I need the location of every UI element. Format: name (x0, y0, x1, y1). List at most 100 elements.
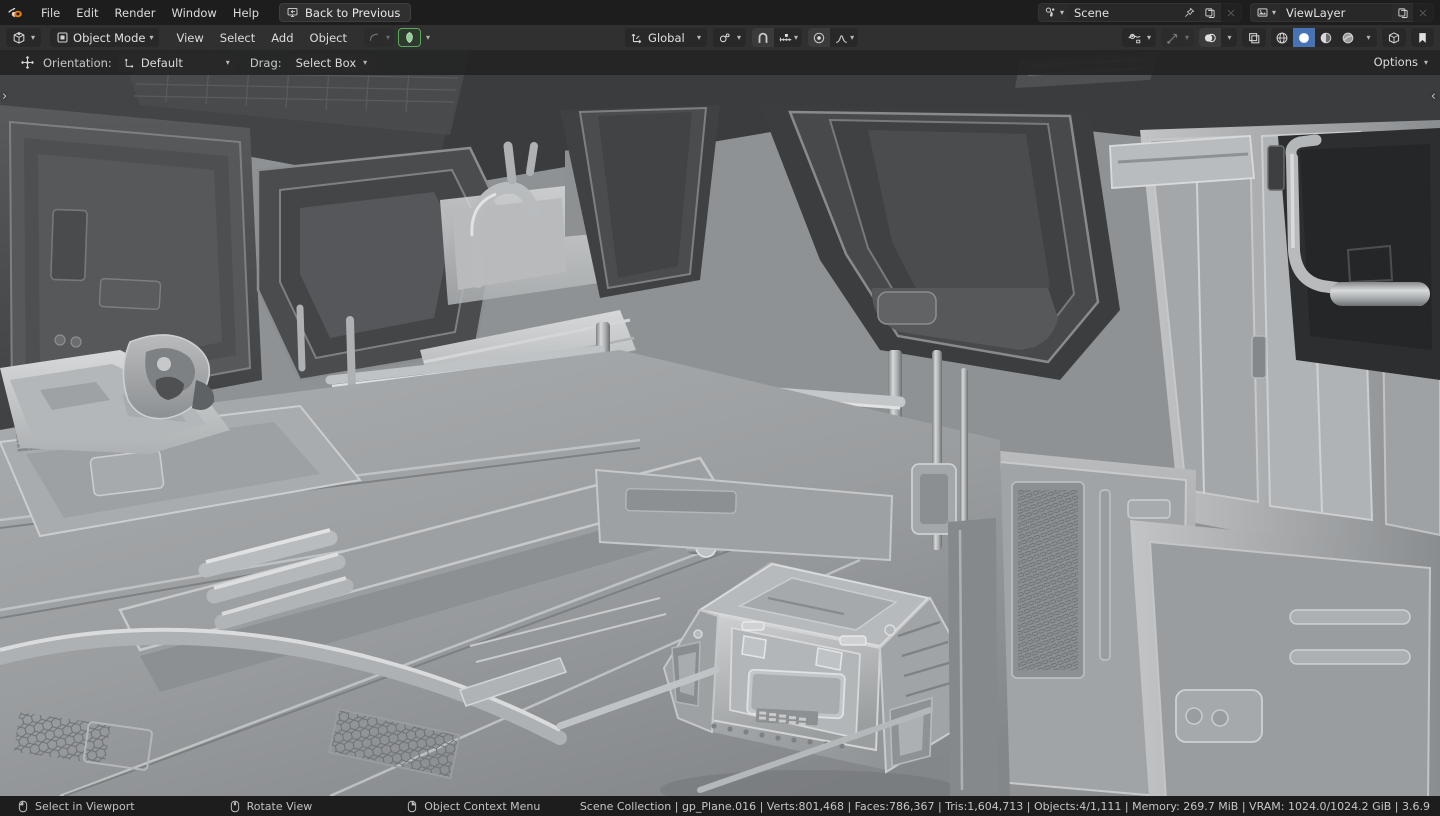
viewport-gizmo-box-button[interactable] (1382, 28, 1406, 47)
viewport-gizmo-box-icon (1387, 31, 1401, 45)
snapping-group: ▾ (752, 28, 803, 47)
chevron-down-icon: ▾ (697, 33, 702, 42)
mouse-right-button-icon (407, 800, 417, 813)
chevron-down-icon: ▾ (225, 58, 230, 67)
snap-magnet-icon (756, 31, 770, 45)
toggle-xray-button[interactable] (1242, 28, 1266, 47)
proportional-falloff-selector[interactable]: ▾ (830, 28, 859, 47)
options-button[interactable]: Options ▾ (1368, 53, 1434, 71)
3d-viewport[interactable]: › ‹ (0, 50, 1440, 796)
scene-datablock: ▾ Scene (1037, 3, 1242, 22)
curve-edit-mode-selector[interactable]: ▾ (364, 28, 395, 47)
shading-popover[interactable]: ▾ (1359, 28, 1377, 47)
blender-logo-icon[interactable] (8, 5, 23, 20)
view-layer-browse-button[interactable]: ▾ (1249, 3, 1280, 22)
shading-material-preview-button[interactable] (1315, 28, 1337, 47)
tool-settings-bar: Orientation: Default ▾ Drag: Select Box … (0, 50, 1440, 75)
back-to-previous-button[interactable]: Back to Previous (279, 3, 412, 22)
drag-label: Drag: (249, 55, 282, 70)
top-bar: File Edit Render Window Help Back to Pre… (0, 0, 1440, 25)
chevron-down-icon: ▾ (386, 33, 391, 42)
menu-file[interactable]: File (33, 3, 68, 23)
proportional-edit-toggle[interactable] (808, 28, 831, 47)
options-label: Options (1373, 55, 1418, 69)
scene-pin-button[interactable] (1179, 3, 1200, 22)
object-mode-icon (56, 31, 69, 44)
toggle-xray-icon (1247, 31, 1261, 45)
drag-dropdown[interactable]: Select Box ▾ (287, 53, 376, 72)
menu-help[interactable]: Help (225, 3, 267, 23)
interaction-mode-selector[interactable]: Object Mode ▾ (50, 28, 160, 47)
menu-edit[interactable]: Edit (68, 3, 106, 23)
status-hint-rotate-label: Rotate View (246, 799, 313, 813)
gizmo-selector[interactable]: ▾ (1160, 28, 1194, 47)
orientation-label: Orientation: (43, 55, 112, 70)
close-x-icon (1418, 8, 1428, 18)
snap-increment-icon (778, 31, 793, 45)
viewport-header-right: ▾ ▾ ▾ ▾ (1121, 28, 1434, 47)
proportional-editing-group: ▾ (808, 28, 859, 47)
close-x-icon (1226, 8, 1236, 18)
scene-browse-button[interactable]: ▾ (1037, 3, 1068, 22)
view-layer-new-button[interactable] (1392, 3, 1413, 22)
orientation-global-icon (631, 31, 644, 44)
bookmark-button[interactable] (1411, 28, 1434, 47)
drag-value: Select Box (295, 55, 357, 70)
pin-icon (1184, 7, 1195, 18)
pivot-point-selector[interactable]: ▾ (713, 28, 747, 47)
chevron-down-icon: ▾ (1271, 8, 1276, 17)
shading-solid-button[interactable] (1293, 28, 1315, 47)
viewport-menu-view[interactable]: View (168, 28, 211, 48)
chevron-down-icon: ▾ (1146, 33, 1151, 42)
chevron-down-icon: ▾ (1423, 57, 1428, 67)
overlays-popover[interactable]: ▾ (1221, 28, 1237, 47)
pivot-point-icon (718, 31, 732, 45)
chevron-down-icon: ▾ (1227, 33, 1232, 42)
status-hint-rotate: Rotate View (230, 799, 313, 813)
toolbar-expand-arrow[interactable]: › (2, 90, 7, 103)
menu-window[interactable]: Window (163, 3, 224, 23)
view-layer-remove-button[interactable] (1413, 3, 1434, 22)
scene-name[interactable]: Scene (1067, 3, 1180, 22)
back-to-previous-label: Back to Previous (305, 5, 401, 20)
overlays-toggle[interactable] (1199, 28, 1221, 47)
menu-render[interactable]: Render (107, 3, 164, 23)
viewport-menu-select[interactable]: Select (212, 28, 263, 48)
editor-type-selector[interactable]: ▾ (6, 28, 42, 47)
orientation-default-icon (124, 57, 136, 69)
snap-toggle-button[interactable] (752, 28, 775, 47)
chevron-down-icon: ▾ (850, 33, 855, 42)
viewport-menu-object[interactable]: Object (302, 28, 355, 48)
status-bar: Select in Viewport Rotate View Object Co… (0, 796, 1440, 816)
chevron-down-icon: ▾ (1184, 33, 1189, 42)
overlays-icon (1203, 31, 1217, 45)
transform-orientation-label: Global (648, 30, 685, 45)
snap-to-selector[interactable]: ▾ (774, 28, 803, 47)
status-hint-context-menu-label: Object Context Menu (424, 799, 541, 813)
scene-unlink-button[interactable] (1220, 3, 1242, 22)
orientation-dropdown[interactable]: Default ▾ (117, 53, 236, 72)
chevron-down-icon: ▾ (794, 33, 799, 42)
duplicate-icon (1204, 7, 1216, 19)
object-types-visibility-selector[interactable]: ▾ (1121, 28, 1156, 47)
sidebar-expand-arrow[interactable]: ‹ (1431, 90, 1436, 103)
transform-orientation-selector[interactable]: Global ▾ (625, 28, 708, 47)
chevron-down-icon[interactable]: ▾ (426, 33, 430, 42)
shading-rendered-button[interactable] (1337, 28, 1359, 47)
viewport-menu-add[interactable]: Add (263, 28, 301, 48)
scene-new-button[interactable] (1199, 3, 1221, 22)
chevron-down-icon: ▾ (1059, 8, 1064, 17)
chevron-down-icon: ▾ (737, 33, 742, 42)
view-layer-icon (1256, 6, 1269, 19)
gpencil-object-selector[interactable] (398, 28, 422, 47)
overlays-group: ▾ (1199, 28, 1237, 47)
shading-wireframe-button[interactable] (1271, 28, 1293, 47)
blender-window: File Edit Render Window Help Back to Pre… (0, 0, 1440, 816)
gpencil-object-icon (403, 31, 416, 44)
view-layer-name[interactable]: ViewLayer (1280, 3, 1392, 22)
bookmark-icon (1416, 31, 1429, 45)
proportional-edit-icon (812, 31, 826, 45)
scene-data-icon (1044, 6, 1057, 19)
chevron-down-icon: ▾ (31, 33, 36, 42)
back-to-previous-icon (286, 6, 299, 19)
